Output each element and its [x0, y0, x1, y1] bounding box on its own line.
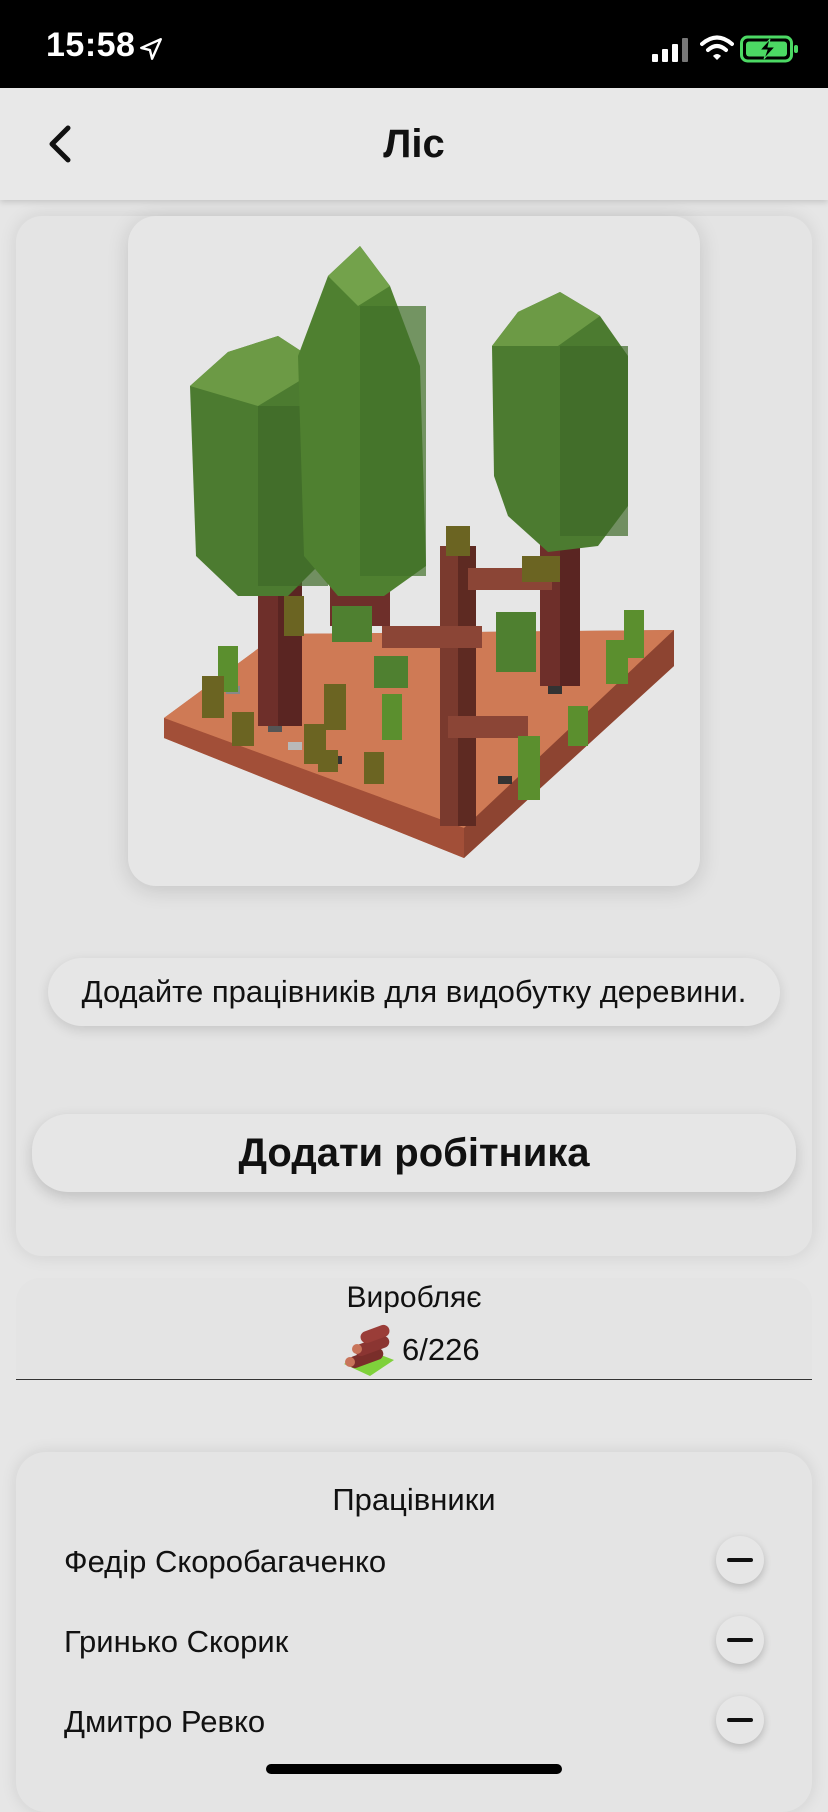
worker-row: Гринько Скорик: [16, 1610, 812, 1670]
worker-name: Федір Скоробагаченко: [64, 1544, 387, 1579]
wifi-icon: [700, 35, 734, 60]
worker-name: Гринько Скорик: [64, 1624, 289, 1659]
workers-title: Працівники: [332, 1482, 496, 1517]
forest-image-card: [128, 216, 700, 886]
cellular-signal-icon: [652, 38, 688, 62]
worker-row: Федір Скоробагаченко: [16, 1530, 812, 1590]
remove-worker-button[interactable]: [716, 1536, 764, 1584]
production-row: 6/226: [340, 1322, 480, 1378]
hint-message: Додайте працівників для видобутку дереви…: [48, 958, 780, 1026]
production-title: Виробляє: [346, 1281, 482, 1314]
status-time: 15:58: [46, 26, 136, 64]
minus-icon: [727, 1718, 753, 1722]
status-bar: 15:58: [0, 0, 828, 88]
location-arrow-icon: [140, 38, 162, 60]
remove-worker-button[interactable]: [716, 1696, 764, 1744]
worker-row: Дмитро Ревко: [16, 1690, 812, 1750]
production-value: 6/226: [402, 1332, 480, 1367]
minus-icon: [727, 1558, 753, 1562]
worker-name: Дмитро Ревко: [64, 1704, 266, 1739]
forest-illustration: [164, 246, 674, 858]
remove-worker-button[interactable]: [716, 1616, 764, 1664]
divider: [16, 1379, 812, 1380]
logs-icon: [344, 1324, 394, 1376]
home-indicator[interactable]: [266, 1764, 562, 1774]
battery-charging-icon: [740, 35, 798, 63]
add-worker-button[interactable]: Додати робітника: [32, 1114, 796, 1192]
navigation-bar: Ліс: [0, 88, 828, 200]
page-title: Ліс: [383, 122, 445, 166]
minus-icon: [727, 1638, 753, 1642]
